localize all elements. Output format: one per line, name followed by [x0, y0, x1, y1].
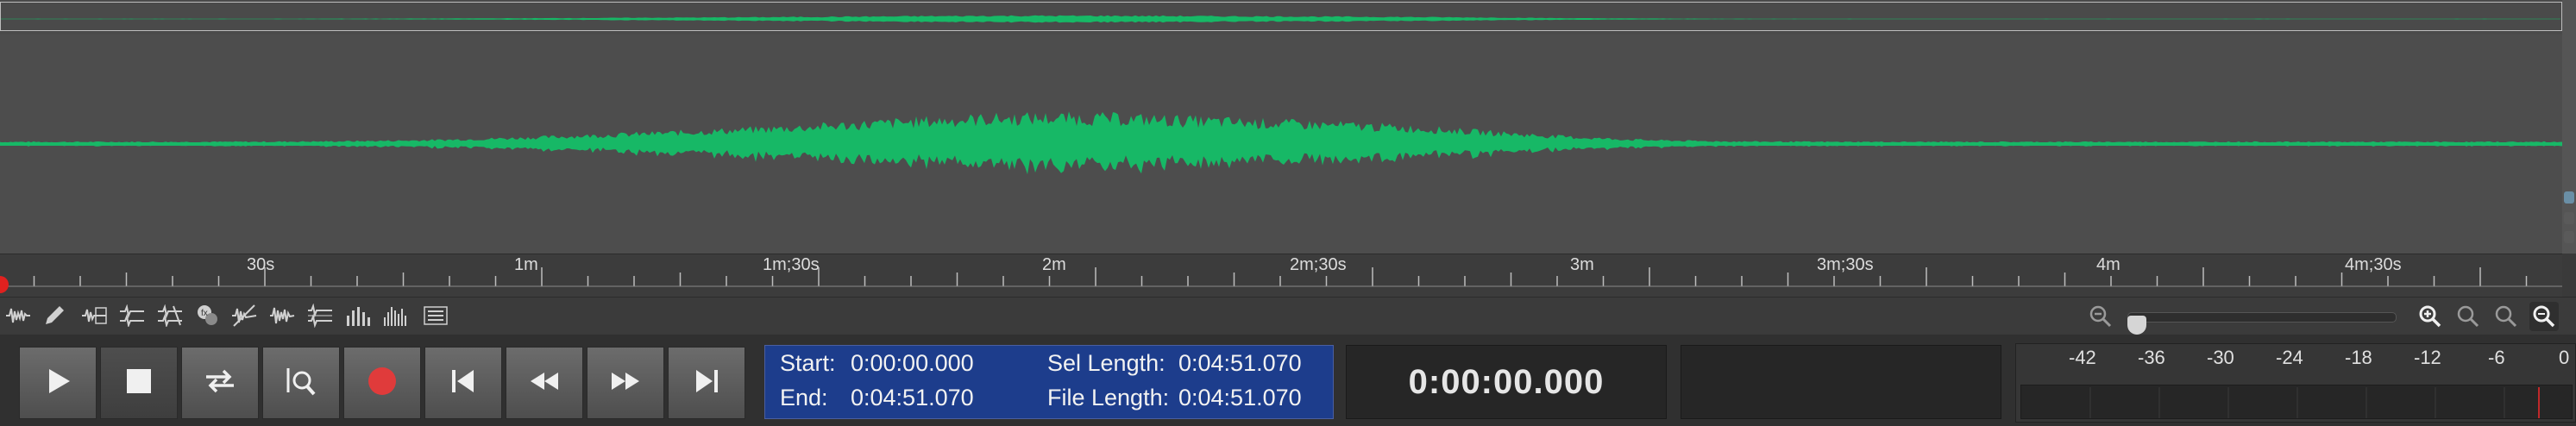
vertical-scrollbar[interactable]: [2562, 0, 2576, 254]
meter-label: -12: [2414, 347, 2441, 368]
scrub-button[interactable]: [262, 347, 340, 419]
loop-button[interactable]: [181, 347, 259, 419]
fast-forward-icon: [609, 369, 642, 398]
sel-length-label: Sel Length:: [1047, 350, 1165, 376]
waveform-tool-icon[interactable]: [2, 301, 35, 330]
ruler-label: 30s: [247, 255, 275, 274]
main-waveform[interactable]: [0, 34, 2562, 254]
sel-length-value[interactable]: 0:04:51.070: [1178, 350, 1302, 377]
ruler-ticks: [0, 267, 2562, 287]
stereo-icon[interactable]: [304, 301, 336, 330]
zoom-in-icon[interactable]: [2416, 302, 2445, 331]
ruler-label: 3m;30s: [1817, 255, 1874, 274]
noise-icon[interactable]: [228, 301, 261, 330]
stop-icon: [125, 367, 153, 399]
level-view-icon[interactable]: [154, 301, 186, 330]
fast-forward-button[interactable]: [587, 347, 664, 419]
ruler-label: 2m: [1042, 255, 1066, 274]
zoom-full-icon[interactable]: [2529, 302, 2559, 331]
skip-to-end-button[interactable]: [668, 347, 745, 419]
record-icon: [367, 366, 398, 401]
rewind-icon: [528, 369, 561, 398]
stop-button[interactable]: [100, 347, 178, 419]
zoom-slider[interactable]: [2127, 312, 2397, 323]
overview-view-frame[interactable]: [0, 2, 2562, 31]
spectral-view-icon[interactable]: [78, 301, 110, 330]
channel-toggle-icon[interactable]: [2564, 191, 2574, 204]
skip-start-icon: [449, 367, 477, 399]
zoom-slider-thumb[interactable]: [2127, 316, 2146, 335]
multi-view-icon[interactable]: [116, 301, 148, 330]
effects-icon[interactable]: fx: [192, 301, 224, 330]
meter-label: -18: [2345, 347, 2372, 368]
meter-label: -24: [2276, 347, 2303, 368]
ruler-label: 1m;30s: [763, 255, 820, 274]
record-button[interactable]: [343, 347, 421, 419]
loop-icon: [203, 366, 237, 400]
skip-end-icon: [693, 367, 720, 399]
meter-label: -42: [2069, 347, 2096, 368]
file-length-label: File Length:: [1047, 385, 1170, 410]
pencil-icon[interactable]: [38, 301, 71, 330]
start-label: Start:: [780, 350, 836, 376]
file-length-value: 0:04:51.070: [1178, 385, 1302, 410]
ruler-label: 2m;30s: [1290, 255, 1347, 274]
end-value[interactable]: 0:04:51.070: [851, 385, 974, 411]
rewind-button[interactable]: [506, 347, 583, 419]
current-time: 0:00:00.000: [1408, 362, 1605, 401]
play-icon: [43, 366, 72, 400]
level-meter-bar: [2020, 385, 2573, 419]
end-label: End:: [780, 385, 828, 410]
zoom-fit-icon[interactable]: [2491, 302, 2521, 331]
svg-text:fx: fx: [201, 309, 208, 318]
ruler-label: 3m: [1570, 255, 1594, 274]
info-panel: [1681, 345, 2001, 419]
spectrum-icon[interactable]: [380, 301, 412, 330]
scrub-icon: [285, 365, 317, 402]
meter-label: 0: [2559, 347, 2570, 368]
meter-label: -30: [2207, 347, 2234, 368]
bars-icon[interactable]: [342, 301, 374, 330]
channel-toggle-icon[interactable]: [2564, 212, 2574, 224]
zoom-selection-icon[interactable]: [2453, 302, 2483, 331]
ruler-label: 4m;30s: [2345, 255, 2402, 274]
ruler-label: 4m: [2096, 255, 2120, 274]
list-icon[interactable]: [419, 301, 452, 330]
ruler-label: 1m: [514, 255, 538, 274]
wave-edit-icon[interactable]: [266, 301, 298, 330]
meter-label: -36: [2138, 347, 2165, 368]
channel-toggle-icon[interactable]: [2564, 231, 2574, 243]
meter-label: -6: [2488, 347, 2505, 368]
start-value[interactable]: 0:00:00.000: [851, 350, 974, 377]
zoom-out-icon[interactable]: [2088, 304, 2114, 329]
skip-to-start-button[interactable]: [424, 347, 502, 419]
time-display-panel[interactable]: 0:00:00.000: [1346, 345, 1667, 419]
play-button[interactable]: [19, 347, 97, 419]
